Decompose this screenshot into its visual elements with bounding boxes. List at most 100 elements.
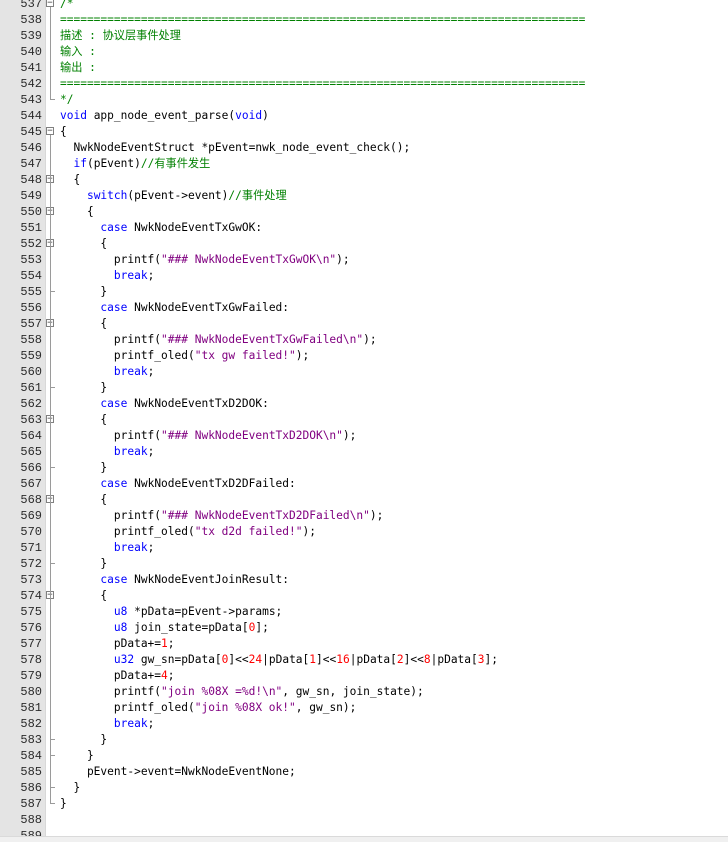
code-line[interactable]: 547 if(pEvent)//有事件发生 xyxy=(0,156,728,172)
code-text[interactable]: { xyxy=(60,412,107,428)
code-line[interactable]: 566 } xyxy=(0,460,728,476)
code-line[interactable]: 560 break; xyxy=(0,364,728,380)
code-line[interactable]: 585 pEvent->event=NwkNodeEventNone; xyxy=(0,764,728,780)
code-line[interactable]: 563− { xyxy=(0,412,728,428)
code-line[interactable]: 539 描述 : 协议层事件处理 xyxy=(0,28,728,44)
code-line[interactable]: 561 } xyxy=(0,380,728,396)
code-text[interactable]: printf("join %08X =%d!\n", gw_sn, join_s… xyxy=(60,684,424,700)
code-text[interactable]: pData+=4; xyxy=(60,668,175,684)
code-text[interactable]: } xyxy=(60,796,67,812)
code-line[interactable]: 582 break; xyxy=(0,716,728,732)
code-text[interactable]: printf_oled("join %08X ok!", gw_sn); xyxy=(60,700,357,716)
code-text[interactable]: break; xyxy=(60,444,154,460)
code-text[interactable]: case NwkNodeEventTxGwOK: xyxy=(60,220,262,236)
code-line[interactable]: 549 switch(pEvent->event)//事件处理 xyxy=(0,188,728,204)
fold-collapse-icon[interactable]: − xyxy=(46,127,54,136)
code-line[interactable]: 578 u32 gw_sn=pData[0]<<24|pData[1]<<16|… xyxy=(0,652,728,668)
code-text[interactable]: if(pEvent)//有事件发生 xyxy=(60,156,210,172)
code-text[interactable]: ========================================… xyxy=(60,12,585,28)
code-text[interactable]: void app_node_event_parse(void) xyxy=(60,108,269,124)
code-line[interactable]: 557− { xyxy=(0,316,728,332)
code-text[interactable]: { xyxy=(60,316,107,332)
code-text[interactable]: { xyxy=(60,172,80,188)
code-text[interactable]: case NwkNodeEventJoinResult: xyxy=(60,572,289,588)
code-line[interactable]: 586 } xyxy=(0,780,728,796)
code-line[interactable]: 572 } xyxy=(0,556,728,572)
code-line[interactable]: 552− { xyxy=(0,236,728,252)
code-line[interactable]: 556 case NwkNodeEventTxGwFailed: xyxy=(0,300,728,316)
code-text[interactable]: /* xyxy=(60,0,73,12)
code-text[interactable]: 输入 : xyxy=(60,44,96,60)
code-text[interactable]: break; xyxy=(60,268,154,284)
code-line[interactable]: 537−/* xyxy=(0,0,728,12)
code-line[interactable]: 548− { xyxy=(0,172,728,188)
horizontal-scrollbar[interactable] xyxy=(0,836,728,842)
code-line[interactable]: 538 =====================================… xyxy=(0,12,728,28)
code-line[interactable]: 565 break; xyxy=(0,444,728,460)
code-text[interactable]: case NwkNodeEventTxD2DFailed: xyxy=(60,476,295,492)
code-text[interactable]: } xyxy=(60,556,107,572)
code-text[interactable]: case NwkNodeEventTxD2DOK: xyxy=(60,396,268,412)
code-text[interactable]: NwkNodeEventStruct *pEvent=nwk_node_even… xyxy=(60,140,410,156)
code-line[interactable]: 573 case NwkNodeEventJoinResult: xyxy=(0,572,728,588)
code-line[interactable]: 551 case NwkNodeEventTxGwOK: xyxy=(0,220,728,236)
code-line[interactable]: 583 } xyxy=(0,732,728,748)
code-text[interactable]: { xyxy=(60,236,107,252)
code-text[interactable]: switch(pEvent->event)//事件处理 xyxy=(60,188,287,204)
code-line[interactable]: 555 } xyxy=(0,284,728,300)
code-text[interactable]: case NwkNodeEventTxGwFailed: xyxy=(60,300,289,316)
code-text[interactable]: printf("### NwkNodeEventTxD2DOK\n"); xyxy=(60,428,357,444)
code-text[interactable]: } xyxy=(60,780,80,796)
code-line[interactable]: 541 输出 : xyxy=(0,60,728,76)
code-text[interactable]: 描述 : 协议层事件处理 xyxy=(60,28,181,44)
code-text[interactable]: pData+=1; xyxy=(60,636,175,652)
code-line[interactable]: 540 输入 : xyxy=(0,44,728,60)
code-line[interactable]: 587} xyxy=(0,796,728,812)
code-text[interactable]: printf("### NwkNodeEventTxD2DFailed\n"); xyxy=(60,508,383,524)
code-text[interactable]: pEvent->event=NwkNodeEventNone; xyxy=(60,764,296,780)
code-text[interactable]: } xyxy=(60,284,107,300)
code-line[interactable]: 588 xyxy=(0,812,728,828)
code-editor[interactable]: 537−/* 538 ===============================… xyxy=(0,0,728,842)
code-text[interactable]: { xyxy=(60,492,107,508)
code-text[interactable]: { xyxy=(60,124,67,140)
code-line[interactable]: 544 void app_node_event_parse(void) xyxy=(0,108,728,124)
code-text[interactable]: u32 gw_sn=pData[0]<<24|pData[1]<<16|pDat… xyxy=(60,652,498,668)
code-line[interactable]: 580 printf("join %08X =%d!\n", gw_sn, jo… xyxy=(0,684,728,700)
code-text[interactable]: printf_oled("tx gw failed!"); xyxy=(60,348,309,364)
code-line[interactable]: 571 break; xyxy=(0,540,728,556)
code-line[interactable]: 581 printf_oled("join %08X ok!", gw_sn); xyxy=(0,700,728,716)
code-line[interactable]: 570 printf_oled("tx d2d failed!"); xyxy=(0,524,728,540)
code-line[interactable]: 575 u8 *pData=pEvent->params; xyxy=(0,604,728,620)
code-text[interactable]: */ xyxy=(60,92,73,108)
code-line[interactable]: 553 printf("### NwkNodeEventTxGwOK\n"); xyxy=(0,252,728,268)
code-line[interactable]: 542 =====================================… xyxy=(0,76,728,92)
code-line[interactable]: 550− { xyxy=(0,204,728,220)
code-line[interactable]: 546 NwkNodeEventStruct *pEvent=nwk_node_… xyxy=(0,140,728,156)
code-text[interactable]: u8 join_state=pData[0]; xyxy=(60,620,269,636)
code-text[interactable]: } xyxy=(60,748,94,764)
code-line[interactable]: 584 } xyxy=(0,748,728,764)
code-text[interactable]: break; xyxy=(60,364,154,380)
code-line[interactable]: 568− { xyxy=(0,492,728,508)
code-line[interactable]: 564 printf("### NwkNodeEventTxD2DOK\n"); xyxy=(0,428,728,444)
code-text[interactable]: 输出 : xyxy=(60,60,96,76)
code-line[interactable]: 562 case NwkNodeEventTxD2DOK: xyxy=(0,396,728,412)
code-text[interactable]: } xyxy=(60,460,107,476)
code-text[interactable]: } xyxy=(60,732,107,748)
code-text[interactable]: printf_oled("tx d2d failed!"); xyxy=(60,524,316,540)
code-line[interactable]: 567 case NwkNodeEventTxD2DFailed: xyxy=(0,476,728,492)
code-line[interactable]: 545−{ xyxy=(0,124,728,140)
code-text[interactable]: break; xyxy=(60,540,154,556)
code-text[interactable]: u8 *pData=pEvent->params; xyxy=(60,604,282,620)
code-line[interactable]: 576 u8 join_state=pData[0]; xyxy=(0,620,728,636)
code-line[interactable]: 543 */ xyxy=(0,92,728,108)
code-line[interactable]: 558 printf("### NwkNodeEventTxGwFailed\n… xyxy=(0,332,728,348)
code-text[interactable]: ========================================… xyxy=(60,76,585,92)
code-line[interactable]: 574− { xyxy=(0,588,728,604)
code-text[interactable]: { xyxy=(60,588,107,604)
code-text[interactable]: { xyxy=(60,204,94,220)
code-line[interactable]: 569 printf("### NwkNodeEventTxD2DFailed\… xyxy=(0,508,728,524)
code-text[interactable]: break; xyxy=(60,716,154,732)
code-line[interactable]: 559 printf_oled("tx gw failed!"); xyxy=(0,348,728,364)
